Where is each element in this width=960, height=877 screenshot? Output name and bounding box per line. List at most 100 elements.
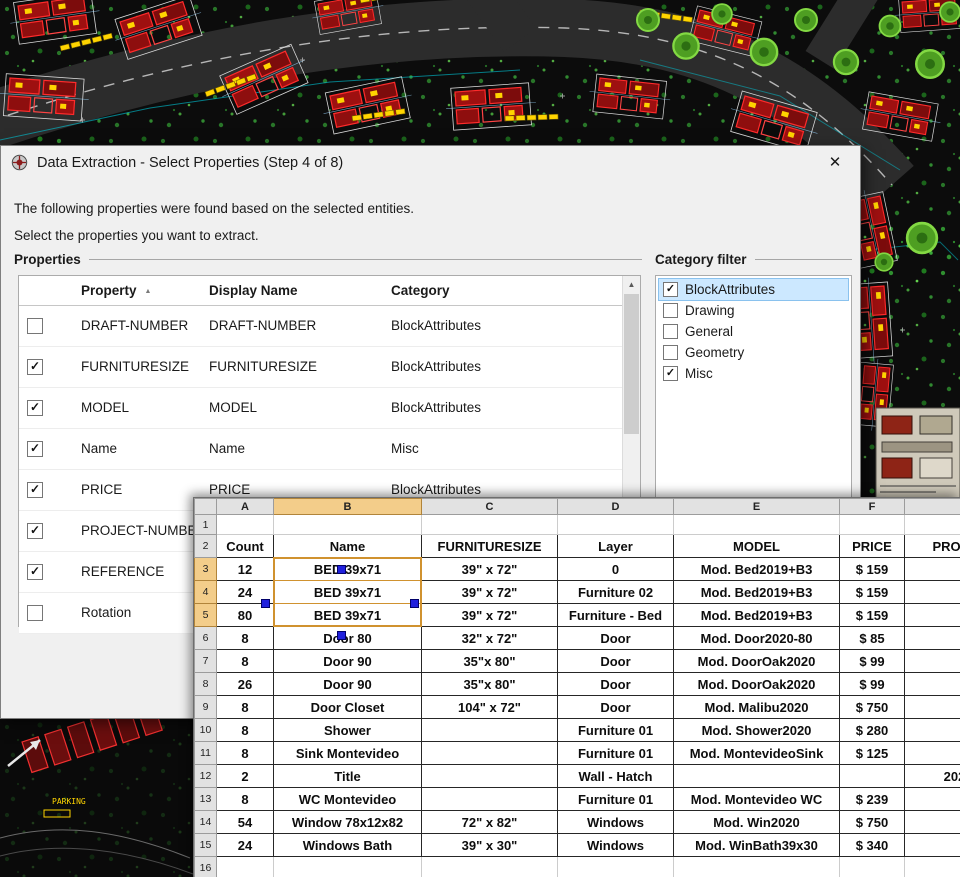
sheet-cell[interactable]: MODEL [674, 535, 840, 558]
row-header[interactable]: 3 [195, 558, 217, 581]
sheet-cell[interactable]: 35"x 80" [422, 650, 558, 673]
sheet-cell[interactable] [905, 696, 960, 719]
sheet-cell[interactable] [905, 558, 960, 581]
grip-handle[interactable] [261, 599, 270, 608]
sheet-cell[interactable]: Wall - Hatch [558, 765, 674, 788]
sheet-cell[interactable]: Mod. DoorOak2020 [674, 673, 840, 696]
sheet-cell[interactable]: 39" x 72" [422, 581, 558, 604]
sheet-cell[interactable]: Sink Montevideo [274, 742, 422, 765]
row-header[interactable]: 9 [195, 696, 217, 719]
row-header[interactable]: 11 [195, 742, 217, 765]
row-header[interactable]: 14 [195, 811, 217, 834]
property-row[interactable]: ✓NameNameMisc [19, 429, 640, 470]
sheet-cell[interactable]: 35"x 80" [422, 673, 558, 696]
sheet-cell[interactable] [422, 857, 558, 877]
sheet-cell[interactable]: Furniture 01 [558, 742, 674, 765]
sheet-cell[interactable]: Windows [558, 834, 674, 857]
property-checkbox[interactable]: ✓ [27, 523, 43, 539]
column-header[interactable]: A [217, 499, 274, 515]
sheet-cell[interactable] [840, 765, 905, 788]
sheet-cell[interactable]: Mod. WinBath39x30 [674, 834, 840, 857]
sheet-cell[interactable] [905, 834, 960, 857]
category-checkbox[interactable]: ✓ [663, 282, 678, 297]
sheet-cell[interactable]: Count [217, 535, 274, 558]
sheet-cell[interactable] [558, 857, 674, 877]
sheet-cell[interactable]: 8 [217, 742, 274, 765]
category-filter-item[interactable]: General [659, 321, 848, 342]
sheet-cell[interactable] [905, 604, 960, 627]
sheet-cell[interactable] [905, 788, 960, 811]
sheet-cell[interactable]: $ 159 [840, 581, 905, 604]
close-button[interactable]: ✕ [820, 151, 850, 175]
category-checkbox[interactable] [663, 303, 678, 318]
sheet-cell[interactable]: $ 280 [840, 719, 905, 742]
sheet-cell[interactable]: $ 750 [840, 811, 905, 834]
sheet-cell[interactable]: Door 80 [274, 627, 422, 650]
sheet-cell[interactable]: 39" x 72" [422, 604, 558, 627]
row-header[interactable]: 12 [195, 765, 217, 788]
sheet-cell[interactable]: Furniture 01 [558, 719, 674, 742]
sheet-cell[interactable]: 32" x 72" [422, 627, 558, 650]
row-header[interactable]: 16 [195, 857, 217, 877]
sheet-cell[interactable]: Name [274, 535, 422, 558]
sheet-cell[interactable]: WC Montevideo [274, 788, 422, 811]
sheet-cell[interactable]: BED 39x71 [274, 581, 422, 604]
property-row[interactable]: DRAFT-NUMBERDRAFT-NUMBERBlockAttributes [19, 306, 640, 347]
category-filter-item[interactable]: Drawing [659, 300, 848, 321]
sheet-cell[interactable]: 8 [217, 788, 274, 811]
sheet-cell[interactable] [905, 627, 960, 650]
sheet-cell[interactable]: FURNITURESIZE [422, 535, 558, 558]
sheet-cell[interactable]: Mod. Win2020 [674, 811, 840, 834]
sheet-cell[interactable] [905, 673, 960, 696]
sheet-cell[interactable]: 24 [217, 834, 274, 857]
row-header[interactable]: 4 [195, 581, 217, 604]
sheet-cell[interactable] [840, 515, 905, 535]
sheet-cell[interactable] [422, 719, 558, 742]
sheet-cell[interactable]: Furniture 01 [558, 788, 674, 811]
sheet-cell[interactable] [905, 650, 960, 673]
category-checkbox[interactable] [663, 324, 678, 339]
property-row[interactable]: ✓FURNITURESIZEFURNITURESIZEBlockAttribut… [19, 347, 640, 388]
column-header[interactable]: B [274, 499, 422, 515]
sheet-cell[interactable]: 72" x 82" [422, 811, 558, 834]
sheet-cell[interactable]: Mod. Malibu2020 [674, 696, 840, 719]
sheet-cell[interactable] [674, 515, 840, 535]
sheet-cell[interactable]: 104" x 72" [422, 696, 558, 719]
row-header[interactable]: 2 [195, 535, 217, 558]
category-filter-item[interactable]: ✓BlockAttributes [659, 279, 848, 300]
sheet-cell[interactable]: 8 [217, 627, 274, 650]
sheet-cell[interactable]: 8 [217, 650, 274, 673]
sheet-cell[interactable]: Mod. MontevideoSink [674, 742, 840, 765]
sheet-cell[interactable]: Mod. Bed2019+B3 [674, 558, 840, 581]
sheet-cell[interactable]: $ 159 [840, 604, 905, 627]
sheet-cell[interactable]: Furniture 02 [558, 581, 674, 604]
sheet-cell[interactable]: Door Closet [274, 696, 422, 719]
column-header-property[interactable]: Property▲ [81, 276, 151, 306]
sheet-cell[interactable] [217, 857, 274, 877]
sheet-cell[interactable]: Mod. DoorOak2020 [674, 650, 840, 673]
sheet-cell[interactable]: Shower [274, 719, 422, 742]
sheet-cell[interactable]: Title [274, 765, 422, 788]
sheet-cell[interactable]: 202 [905, 765, 960, 788]
sheet-cell[interactable]: 39" x 72" [422, 558, 558, 581]
sheet-cell[interactable]: 8 [217, 719, 274, 742]
sheet-cell[interactable]: $ 159 [840, 558, 905, 581]
sheet-cell[interactable]: Windows [558, 811, 674, 834]
sheet-cell[interactable] [674, 857, 840, 877]
sheet-cell[interactable]: $ 125 [840, 742, 905, 765]
sheet-select-all[interactable] [195, 499, 217, 515]
sheet-cell[interactable]: $ 750 [840, 696, 905, 719]
grip-handle[interactable] [337, 565, 346, 574]
sheet-cell[interactable] [274, 857, 422, 877]
scrollbar-thumb[interactable] [624, 294, 639, 434]
row-header[interactable]: 13 [195, 788, 217, 811]
category-checkbox[interactable] [663, 345, 678, 360]
category-filter-item[interactable]: Geometry [659, 342, 848, 363]
sheet-cell[interactable]: Door [558, 696, 674, 719]
property-checkbox[interactable] [27, 605, 43, 621]
sheet-cell[interactable]: 26 [217, 673, 274, 696]
sheet-cell[interactable] [840, 857, 905, 877]
dialog-titlebar[interactable]: Data Extraction - Select Properties (Ste… [1, 146, 860, 179]
sheet-cell[interactable]: BED 39x71 [274, 604, 422, 627]
sheet-cell[interactable]: Door [558, 673, 674, 696]
